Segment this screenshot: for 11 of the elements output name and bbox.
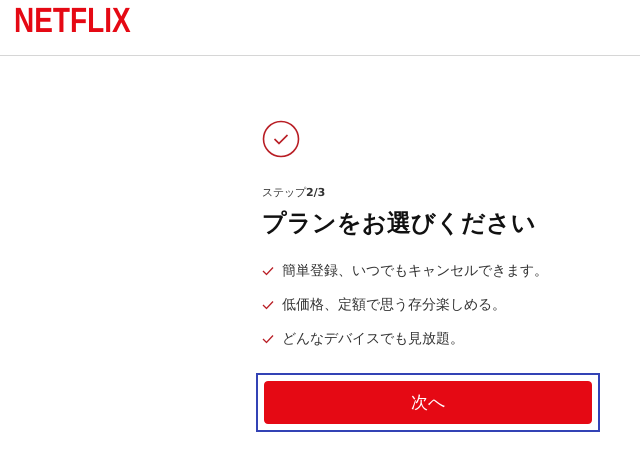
benefit-text: 低価格、定額で思う存分楽しめる。	[282, 296, 506, 315]
check-icon	[262, 300, 274, 310]
benefit-text: 簡単登録、いつでもキャンセルできます。	[282, 262, 548, 281]
check-circle-icon	[262, 120, 300, 158]
netflix-logo[interactable]: NETFLIX	[14, 4, 131, 38]
check-icon	[262, 334, 274, 344]
page-title: プランをお選びください	[262, 208, 537, 239]
benefit-text: どんなデバイスでも見放題。	[282, 330, 464, 349]
next-button[interactable]: 次へ	[264, 381, 592, 424]
check-icon	[262, 266, 274, 276]
step-indicator: ステップ2/3	[262, 185, 326, 200]
